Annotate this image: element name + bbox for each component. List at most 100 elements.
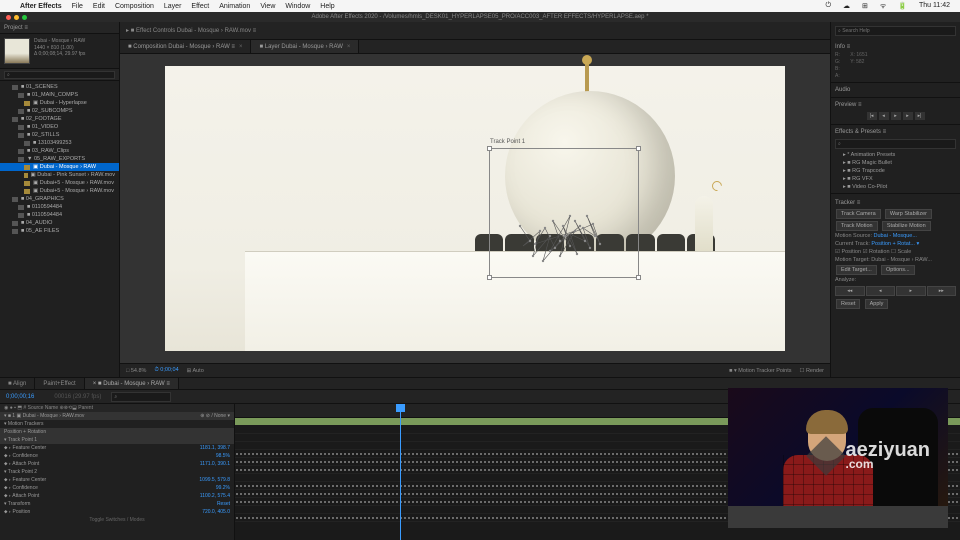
menu-window[interactable]: Window <box>281 3 314 10</box>
tree-item[interactable]: ■ 01_VIDEO <box>0 123 119 131</box>
viewer[interactable]: Track Point 1 <box>120 54 830 363</box>
effect-preset-item[interactable]: ▸ ■ Video Co-Pilot <box>835 183 956 191</box>
audio-panel-head[interactable]: Audio <box>835 85 956 95</box>
timeline-layer-row[interactable]: ⬥ ▹ Feature Center1181.1, 398.7 <box>0 444 234 452</box>
menu-help[interactable]: Help <box>316 3 338 10</box>
menu-animation[interactable]: Animation <box>215 3 254 10</box>
apply-button[interactable]: Apply <box>865 299 889 309</box>
track-handle[interactable] <box>636 275 641 280</box>
effect-preset-item[interactable]: ▸ * Animation Presets <box>835 151 956 159</box>
viewer-tab-layer[interactable]: ■ Layer Dubai - Mosque › RAW× <box>251 40 359 53</box>
rotation-checkbox[interactable]: ☑ Rotation <box>863 249 890 255</box>
effect-preset-item[interactable]: ▸ ■ RG VFX <box>835 175 956 183</box>
maximize-button[interactable] <box>22 15 27 20</box>
timeline-layer-row[interactable]: ▾ Track Point 1 <box>0 436 234 444</box>
timeline-layer-row[interactable]: Position + Rotation <box>0 428 234 436</box>
tree-item[interactable]: ■ 02_STILLS <box>0 131 119 139</box>
tree-item[interactable]: ■ 05_AE FILES <box>0 227 119 235</box>
last-frame-button[interactable]: ▸| <box>915 112 925 120</box>
timeline-layer-row[interactable]: ▾ Track Point 2 <box>0 468 234 476</box>
tree-item[interactable]: ▼ 05_RAW_EXPORTS <box>0 155 119 163</box>
render-toggle[interactable]: ☐ Render <box>800 368 825 374</box>
close-button[interactable] <box>6 15 11 20</box>
time-display[interactable]: ⏱ 0;00;04 <box>154 367 178 374</box>
analyze-forward-button[interactable]: ▸ <box>896 286 926 296</box>
tree-item[interactable]: ▣ Dubai - Hyperlapse <box>0 99 119 107</box>
close-icon[interactable]: × <box>239 44 243 50</box>
tracker-panel-head[interactable]: Tracker ≡ <box>835 198 956 208</box>
minimize-button[interactable] <box>14 15 19 20</box>
tree-item[interactable]: ▣ Dubai - Pink Sunset › RAW.mov <box>0 171 119 179</box>
edit-target-button[interactable]: Edit Target... <box>836 265 877 275</box>
analyze-back-button[interactable]: ◂ <box>866 286 896 296</box>
tree-item[interactable]: ■ 13103499253 <box>0 139 119 147</box>
options-button[interactable]: Options... <box>881 265 915 275</box>
track-handle[interactable] <box>487 146 492 151</box>
timeline-layer-row[interactable]: ▾ TransformReset <box>0 500 234 508</box>
tree-item[interactable]: ■ 02_FOOTAGE <box>0 115 119 123</box>
stabilize-motion-button[interactable]: Stabilize Motion <box>882 221 931 231</box>
project-search[interactable] <box>4 71 115 79</box>
menu-layer[interactable]: Layer <box>160 3 186 10</box>
project-thumbnail[interactable] <box>4 38 30 64</box>
timeline-tab-paint[interactable]: Paint+Effect <box>35 378 84 389</box>
tree-item[interactable]: ■ 01_SCENES <box>0 83 119 91</box>
effects-search[interactable] <box>835 139 956 149</box>
timeline-layer-row[interactable]: ▾ Motion Trackers <box>0 420 234 428</box>
preview-panel-head[interactable]: Preview ≡ <box>835 100 956 110</box>
warp-stabilizer-button[interactable]: Warp Stabilizer <box>885 209 932 219</box>
timeline-layer-row[interactable]: ⬥ ▹ Confidence99.2% <box>0 484 234 492</box>
position-checkbox[interactable]: ☑ Position <box>835 249 861 255</box>
tree-item[interactable]: ■ 04_GRAPHICS <box>0 195 119 203</box>
tree-item[interactable]: ■ 04_AUDIO <box>0 219 119 227</box>
motion-source-dropdown[interactable]: Dubai - Mosque... <box>874 233 917 239</box>
timeline-layer-row[interactable]: ⬥ ▹ Position720.0, 405.0 <box>0 508 234 516</box>
playhead[interactable] <box>400 404 401 540</box>
analyze-back-full-button[interactable]: ◂◂ <box>835 286 865 296</box>
tree-item[interactable]: ▣ Dubai - Mosque › RAW <box>0 163 119 171</box>
scale-checkbox[interactable]: ☐ Scale <box>891 249 911 255</box>
tree-item[interactable]: ■ 03_RAW_Clips <box>0 147 119 155</box>
tree-item[interactable]: ▣ Dubai+5 - Mosque › RAW.mov <box>0 179 119 187</box>
project-panel-head[interactable]: Project ≡ <box>0 22 119 34</box>
tree-item[interactable]: ■ 0110594484 <box>0 203 119 211</box>
timeline-layer-row[interactable]: ⬥ ▹ Attach Point1171.0, 390.1 <box>0 460 234 468</box>
menu-edit[interactable]: Edit <box>89 3 109 10</box>
current-track-dropdown[interactable]: Position + Rotat... ▾ <box>871 241 919 247</box>
timeline-layer-row[interactable]: ⬥ ▹ Attach Point1100.2, 575.4 <box>0 492 234 500</box>
timeline-layer-row[interactable]: ▾ ■ 1 ▣ Dubai - Mosque › RAW.mov⊕ ⊘ / No… <box>0 412 234 420</box>
tree-item[interactable]: ▣ Dubai+5 - Mosque › RAW.mov <box>0 187 119 195</box>
timeline-layer-row[interactable]: ⬥ ▹ Confidence98.5% <box>0 452 234 460</box>
toggle-switches[interactable]: Toggle Switches / Modes <box>0 516 234 524</box>
play-button[interactable]: ▸ <box>891 112 901 120</box>
reset-button[interactable]: Reset <box>836 299 860 309</box>
timeline-layers[interactable]: ◉ ● ▪ ⬒ # Source Name ⊕⊗⟲⬓ Parent ▾ ■ 1 … <box>0 404 235 540</box>
timeline-layer-row[interactable]: ⬥ ▹ Feature Center1099.5, 579.8 <box>0 476 234 484</box>
viewer-tab-comp[interactable]: ■ Composition Dubai - Mosque › RAW ≡× <box>120 40 251 53</box>
tree-item[interactable]: ■ 0110594484 <box>0 211 119 219</box>
next-frame-button[interactable]: ▸ <box>903 112 913 120</box>
track-motion-button[interactable]: Track Motion <box>836 221 878 231</box>
zoom-dropdown[interactable]: □ 54.8% <box>126 368 146 374</box>
help-search[interactable] <box>835 26 956 36</box>
view-mode[interactable]: ■ ▾ Motion Tracker Points <box>729 368 791 374</box>
timeline-search[interactable] <box>111 392 171 402</box>
tree-item[interactable]: ■ 01_MAIN_COMPS <box>0 91 119 99</box>
resolution-dropdown[interactable]: ⊞ Auto <box>187 368 204 374</box>
project-tree[interactable]: ■ 01_SCENES■ 01_MAIN_COMPS▣ Dubai - Hype… <box>0 81 119 377</box>
track-handle[interactable] <box>636 146 641 151</box>
effect-preset-item[interactable]: ▸ ■ RG Magic Bullet <box>835 159 956 167</box>
timeline-tab-align[interactable]: ■ Align <box>0 378 35 389</box>
close-icon[interactable]: × <box>347 44 351 50</box>
effect-controls-head[interactable]: ▸ ■ Effect Controls Dubai - Mosque › RAW… <box>120 22 830 40</box>
menu-composition[interactable]: Composition <box>111 3 158 10</box>
info-panel-head[interactable]: Info ≡ <box>835 42 956 52</box>
menu-effect[interactable]: Effect <box>187 3 213 10</box>
track-camera-button[interactable]: Track Camera <box>836 209 881 219</box>
timeline-tab-comp[interactable]: × ■ Dubai - Mosque › RAW ≡ <box>85 378 179 389</box>
menu-file[interactable]: File <box>68 3 87 10</box>
menu-view[interactable]: View <box>256 3 279 10</box>
effects-presets-head[interactable]: Effects & Presets ≡ <box>835 127 956 137</box>
current-timecode[interactable]: 0;00;00;16 <box>6 394 34 400</box>
effect-preset-item[interactable]: ▸ ■ RG Trapcode <box>835 167 956 175</box>
